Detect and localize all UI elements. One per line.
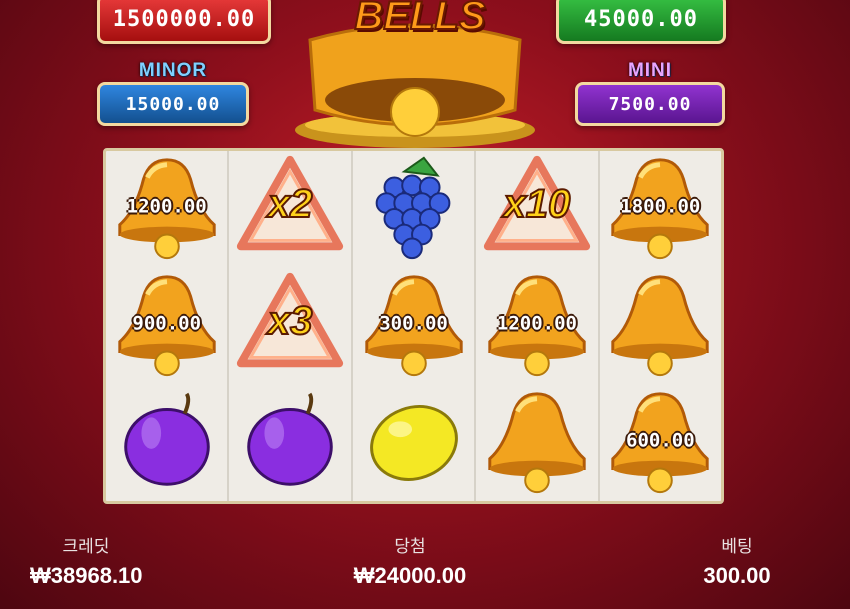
bell-icon [478, 385, 596, 501]
minor-jackpot-value: 15000.00 [97, 82, 249, 126]
game-logo-text: BELLS [353, 0, 486, 39]
credit-label: 크레딧 [62, 537, 110, 557]
plum-icon [231, 385, 349, 501]
bell-value: 1800.00 [620, 195, 701, 218]
bet-display: 베팅 300.00 [682, 532, 792, 589]
reel-cell: 900.00 [106, 268, 227, 385]
reel-cell: x2 [229, 151, 350, 268]
multiplier-value: x2 [267, 181, 314, 227]
major-jackpot-value: 45000.00 [556, 0, 726, 44]
reel-cell [476, 384, 597, 501]
grand-jackpot: 1500000.00 [97, 0, 271, 44]
reel-cell: x3 [229, 268, 350, 385]
win-value: ₩24000.00 [353, 563, 467, 588]
reel-cell: 1200.00 [476, 268, 597, 385]
win-display: 당첨 ₩24000.00 [335, 532, 485, 589]
reel-cell: 600.00 [600, 384, 721, 501]
bell-value: 1200.00 [496, 312, 577, 335]
reels-grid: 1200.00 900.00 x2 x3 300.00 x10 1200.00 1800.00… [103, 148, 724, 504]
reel-2: x2 x3 [229, 151, 353, 501]
reel-cell: 1200.00 [106, 151, 227, 268]
grand-jackpot-value: 1500000.00 [97, 0, 271, 44]
reel-cell [229, 384, 350, 501]
minor-jackpot-label: MINOR [138, 60, 208, 81]
major-jackpot: 45000.00 [556, 0, 726, 44]
minor-jackpot: MINOR 15000.00 [97, 60, 249, 126]
reel-cell [600, 268, 721, 385]
bell-value: 600.00 [626, 429, 695, 452]
bet-label: 베팅 [721, 537, 753, 557]
grapes-icon [355, 151, 473, 267]
reel-5: 1800.00 600.00 [600, 151, 721, 501]
bell-value: 1200.00 [126, 195, 207, 218]
bell-value: 300.00 [379, 312, 448, 335]
reel-cell [106, 384, 227, 501]
bell-icon [601, 268, 719, 384]
bell-value: 900.00 [132, 312, 202, 335]
lemon-icon [355, 385, 473, 501]
reel-cell: x10 [476, 151, 597, 268]
win-label: 당첨 [394, 537, 426, 557]
multiplier-value: x10 [503, 181, 572, 227]
reel-cell [353, 384, 474, 501]
reel-cell: 1800.00 [600, 151, 721, 268]
reel-cell: 300.00 [353, 268, 474, 385]
credit-display: 크레딧 ₩38968.10 [30, 532, 143, 589]
mini-jackpot-label: MINI [627, 60, 673, 81]
plum-icon [108, 385, 226, 501]
mini-jackpot: MINI 7500.00 [575, 60, 725, 126]
bet-value: 300.00 [703, 563, 771, 588]
game-logo: BELLS [300, 0, 540, 54]
multiplier-value: x3 [267, 298, 314, 344]
mini-jackpot-value: 7500.00 [575, 82, 725, 126]
reel-4: x10 1200.00 [476, 151, 600, 501]
reel-1: 1200.00 900.00 [106, 151, 230, 501]
reel-cell [353, 151, 474, 268]
reel-3: 300.00 [353, 151, 477, 501]
credit-value: ₩38968.10 [30, 563, 143, 588]
